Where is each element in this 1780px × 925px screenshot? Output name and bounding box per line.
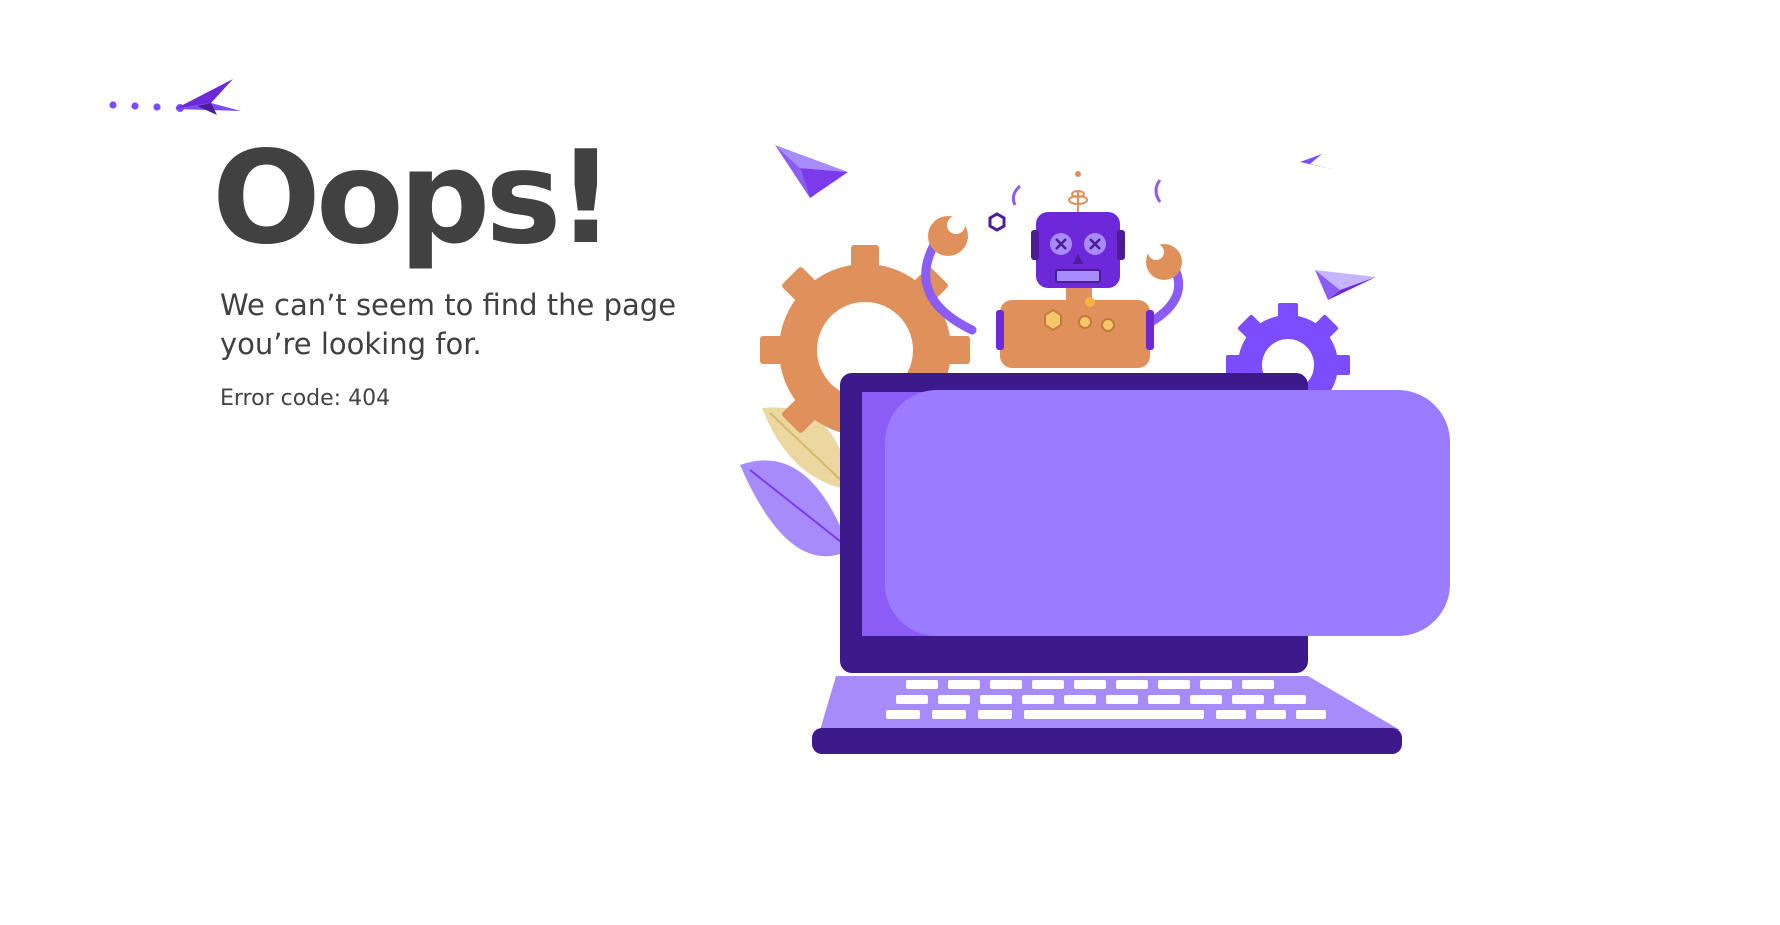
page-title: Oops!: [212, 124, 615, 273]
paper-plane-logo-icon[interactable]: [105, 75, 245, 123]
paper-plane-icon: [775, 145, 848, 198]
error-message: We can’t seem to find the page you’re lo…: [220, 288, 677, 361]
paper-plane-icon: [1300, 154, 1336, 170]
broken-robot-laptop-illustration: [740, 145, 1450, 754]
error-code: Error code: 404: [220, 386, 391, 411]
paper-plane-icon: [1315, 270, 1376, 300]
laptop-icon: [812, 373, 1450, 754]
